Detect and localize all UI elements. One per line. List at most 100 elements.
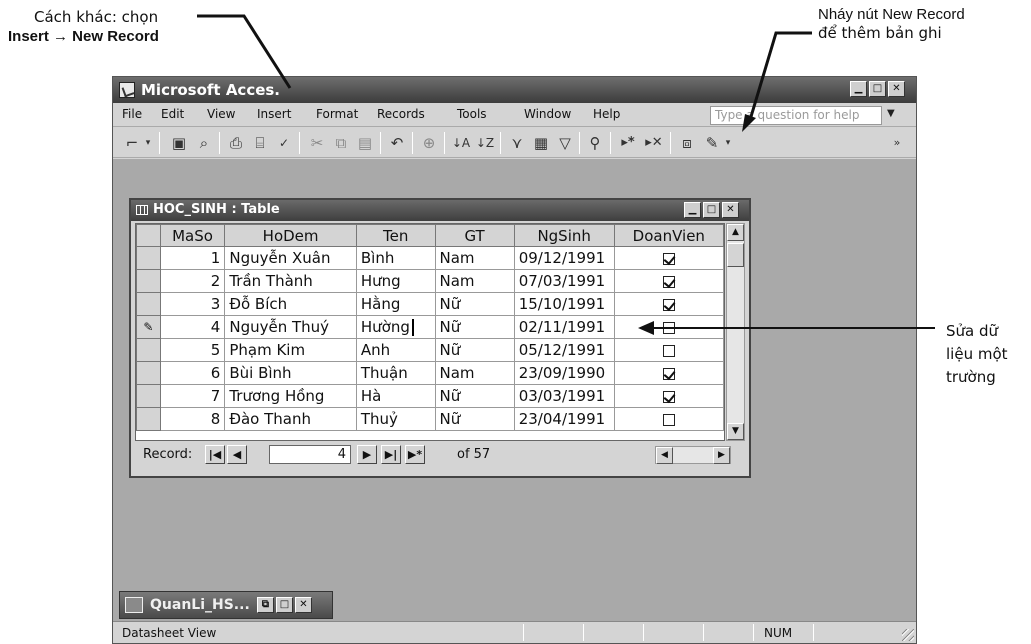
record-selector[interactable] <box>136 269 161 293</box>
menu-window[interactable]: Window <box>524 107 571 121</box>
checkbox-checked-icon[interactable] <box>662 298 675 311</box>
new-record-icon[interactable]: ▸* <box>616 133 640 153</box>
menu-help[interactable]: Help <box>593 107 620 121</box>
first-record-button[interactable]: |◀ <box>205 445 225 464</box>
cell-gt[interactable]: Nam <box>434 361 515 385</box>
table-row[interactable]: 3 Đỗ Bích Hằng Nữ 15/10/1991 <box>136 292 724 316</box>
cell-gt[interactable]: Nữ <box>434 315 515 339</box>
cell-ngsinh[interactable]: 05/12/1991 <box>513 338 615 362</box>
record-selector[interactable] <box>136 292 161 316</box>
search-file-icon[interactable]: ⌕ <box>193 133 215 153</box>
new-object-dropdown-icon[interactable]: ▾ <box>723 133 733 153</box>
doanvien-checkbox-cell[interactable] <box>613 407 724 431</box>
copy-icon[interactable]: ⧉ <box>330 133 352 153</box>
table-close-button[interactable]: ✕ <box>722 202 739 218</box>
cell-ngsinh[interactable]: 03/03/1991 <box>513 384 615 408</box>
table-minimize-button[interactable]: ▁ <box>684 202 701 218</box>
column-header[interactable]: DoanVien <box>613 224 724 247</box>
checkbox-checked-icon[interactable] <box>662 367 675 380</box>
table-row[interactable]: 1 Nguyễn Xuân Bình Nam 09/12/1991 <box>136 246 724 270</box>
cell-ten[interactable]: Bình <box>355 246 436 270</box>
next-record-button[interactable]: ▶ <box>357 445 377 464</box>
doanvien-checkbox-cell[interactable] <box>613 384 724 408</box>
delete-record-icon[interactable]: ▸✕ <box>643 133 665 153</box>
database-window-icon[interactable]: ⧈ <box>676 133 698 153</box>
sort-descending-icon[interactable]: ↓Z <box>474 133 496 153</box>
cell-ngsinh[interactable]: 15/10/1991 <box>513 292 615 316</box>
database-window-minimized[interactable]: QuanLi_HS... ⧉ □ ✕ <box>119 591 333 619</box>
column-header[interactable]: HoDem <box>224 224 357 247</box>
doanvien-checkbox-cell[interactable] <box>613 361 724 385</box>
record-selector[interactable] <box>136 361 161 385</box>
new-object-icon[interactable]: ✎ <box>701 133 723 153</box>
previous-record-button[interactable]: ◀ <box>227 445 247 464</box>
apply-filter-icon[interactable]: ▽ <box>554 133 576 153</box>
cell-ten[interactable]: Hà <box>355 384 436 408</box>
print-icon[interactable]: ⎙ <box>225 133 247 153</box>
save-icon[interactable]: ▣ <box>168 133 190 153</box>
column-header[interactable]: Ten <box>355 224 436 247</box>
scroll-left-icon[interactable]: ◀ <box>656 447 673 464</box>
hyperlink-icon[interactable]: ⊕ <box>418 133 440 153</box>
view-icon[interactable]: ⌐ <box>121 133 143 153</box>
maximize-button[interactable]: □ <box>869 81 886 97</box>
cell-hodem[interactable]: Nguyễn Thuý <box>224 315 357 339</box>
table-row[interactable]: 8 Đào Thanh Thuỷ Nữ 23/04/1991 <box>136 407 724 431</box>
print-preview-icon[interactable]: ⌸ <box>249 133 271 153</box>
cell-ten[interactable]: Hằng <box>355 292 436 316</box>
column-header[interactable]: GT <box>434 224 515 247</box>
cell-ten[interactable]: Hưng <box>355 269 436 293</box>
checkbox-checked-icon[interactable] <box>662 390 675 403</box>
cell-ten[interactable]: Hường <box>355 315 436 339</box>
cell-gt[interactable]: Nữ <box>434 407 515 431</box>
close-button[interactable]: ✕ <box>888 81 905 97</box>
doanvien-checkbox-cell[interactable] <box>613 292 724 316</box>
cell-maso[interactable]: 8 <box>159 407 226 431</box>
cell-maso[interactable]: 7 <box>159 384 226 408</box>
cell-ten[interactable]: Anh <box>355 338 436 362</box>
resize-grip-icon[interactable] <box>902 629 914 641</box>
scroll-thumb[interactable] <box>727 243 744 267</box>
undo-icon[interactable]: ↶ <box>386 133 408 153</box>
menu-format[interactable]: Format <box>316 107 358 121</box>
db-close-button[interactable]: ✕ <box>295 597 312 613</box>
ask-dropdown-icon[interactable]: ▼ <box>887 108 895 119</box>
current-record-field[interactable]: 4 <box>269 445 351 464</box>
column-header[interactable]: NgSinh <box>513 224 615 247</box>
cell-maso[interactable]: 2 <box>159 269 226 293</box>
checkbox-unchecked-icon[interactable] <box>662 321 675 334</box>
menu-tools[interactable]: Tools <box>457 107 487 121</box>
doanvien-checkbox-cell[interactable] <box>613 338 724 362</box>
doanvien-checkbox-cell[interactable] <box>613 269 724 293</box>
checkbox-checked-icon[interactable] <box>662 252 675 265</box>
minimize-button[interactable]: ▁ <box>850 81 867 97</box>
cell-hodem[interactable]: Đào Thanh <box>224 407 357 431</box>
menu-edit[interactable]: Edit <box>161 107 184 121</box>
sort-ascending-icon[interactable]: ↓A <box>450 133 472 153</box>
cell-ngsinh[interactable]: 07/03/1991 <box>513 269 615 293</box>
cell-hodem[interactable]: Bùi Bình <box>224 361 357 385</box>
cell-ngsinh[interactable]: 09/12/1991 <box>513 246 615 270</box>
cell-gt[interactable]: Nữ <box>434 384 515 408</box>
cell-maso[interactable]: 5 <box>159 338 226 362</box>
table-row[interactable]: 2 Trần Thành Hưng Nam 07/03/1991 <box>136 269 724 293</box>
cell-hodem[interactable]: Nguyễn Xuân <box>224 246 357 270</box>
cell-maso[interactable]: 3 <box>159 292 226 316</box>
menu-file[interactable]: File <box>122 107 142 121</box>
cell-maso[interactable]: 6 <box>159 361 226 385</box>
view-dropdown-icon[interactable]: ▾ <box>143 133 153 153</box>
cell-gt[interactable]: Nam <box>434 269 515 293</box>
table-row[interactable]: 7 Trương Hồng Hà Nữ 03/03/1991 <box>136 384 724 408</box>
menu-records[interactable]: Records <box>377 107 425 121</box>
cell-ngsinh[interactable]: 02/11/1991 <box>513 315 615 339</box>
table-row[interactable]: 5 Phạm Kim Anh Nữ 05/12/1991 <box>136 338 724 362</box>
doanvien-checkbox-cell[interactable] <box>613 246 724 270</box>
column-header[interactable]: MaSo <box>159 224 226 247</box>
cell-ten[interactable]: Thuỷ <box>355 407 436 431</box>
paste-icon[interactable]: ▤ <box>354 133 376 153</box>
cell-maso[interactable]: 1 <box>159 246 226 270</box>
find-icon[interactable]: ⚲ <box>584 133 606 153</box>
cell-hodem[interactable]: Phạm Kim <box>224 338 357 362</box>
scroll-down-icon[interactable]: ▼ <box>727 423 744 440</box>
cell-ngsinh[interactable]: 23/04/1991 <box>513 407 615 431</box>
